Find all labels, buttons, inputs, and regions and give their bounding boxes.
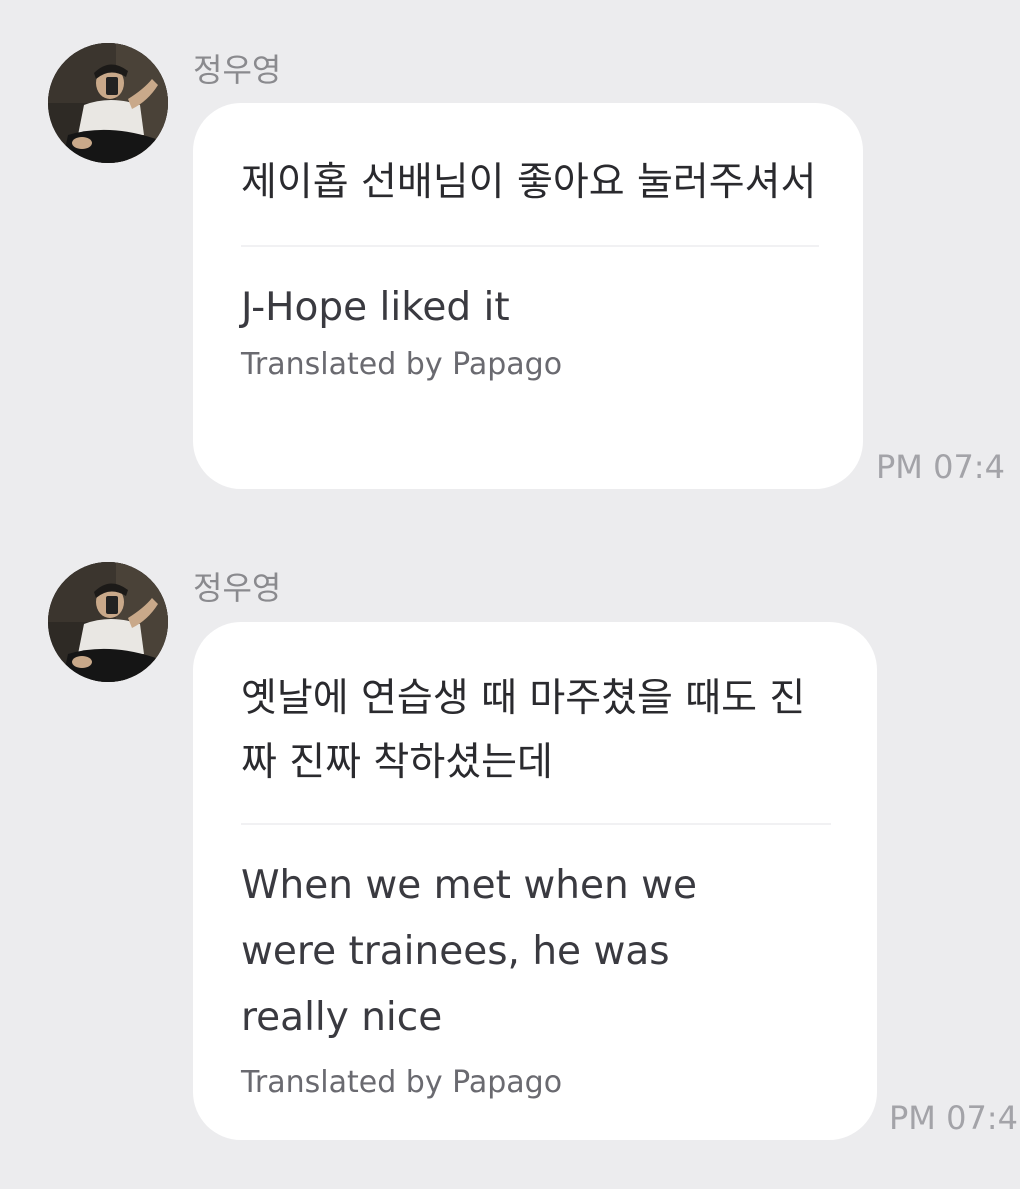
message-bubble[interactable]: 옛날에 연습생 때 마주쳤을 때도 진짜 진짜 착하셨는데 When we me… [193,622,877,1140]
sender-avatar[interactable] [48,562,168,682]
translation-divider [241,245,819,247]
translation-credit: Translated by Papago [241,1065,563,1100]
translation-credit: Translated by Papago [241,347,563,382]
original-message-text: 옛날에 연습생 때 마주쳤을 때도 진짜 진짜 착하셨는데 [241,676,806,785]
sender-name: 정우영 [193,51,282,89]
translated-message-text: J-Hope liked it [241,285,510,330]
message-timestamp: PM 07:4 [889,1099,1018,1137]
avatar-photo-icon [48,43,168,163]
chat-thread[interactable]: 정우영 제이홉 선배님이 좋아요 눌러주셔서 J-Hope liked it T… [0,0,1020,1189]
avatar-photo-icon [48,562,168,682]
message-timestamp: PM 07:4 [876,448,1005,486]
sender-name: 정우영 [193,569,282,607]
sender-avatar[interactable] [48,43,168,163]
message-bubble[interactable]: 제이홉 선배님이 좋아요 눌러주셔서 J-Hope liked it Trans… [193,103,863,489]
translated-message-text: When we met when we were trainees, he wa… [241,863,697,1040]
original-message-text: 제이홉 선배님이 좋아요 눌러주셔서 [241,160,817,205]
translation-divider [241,823,831,825]
